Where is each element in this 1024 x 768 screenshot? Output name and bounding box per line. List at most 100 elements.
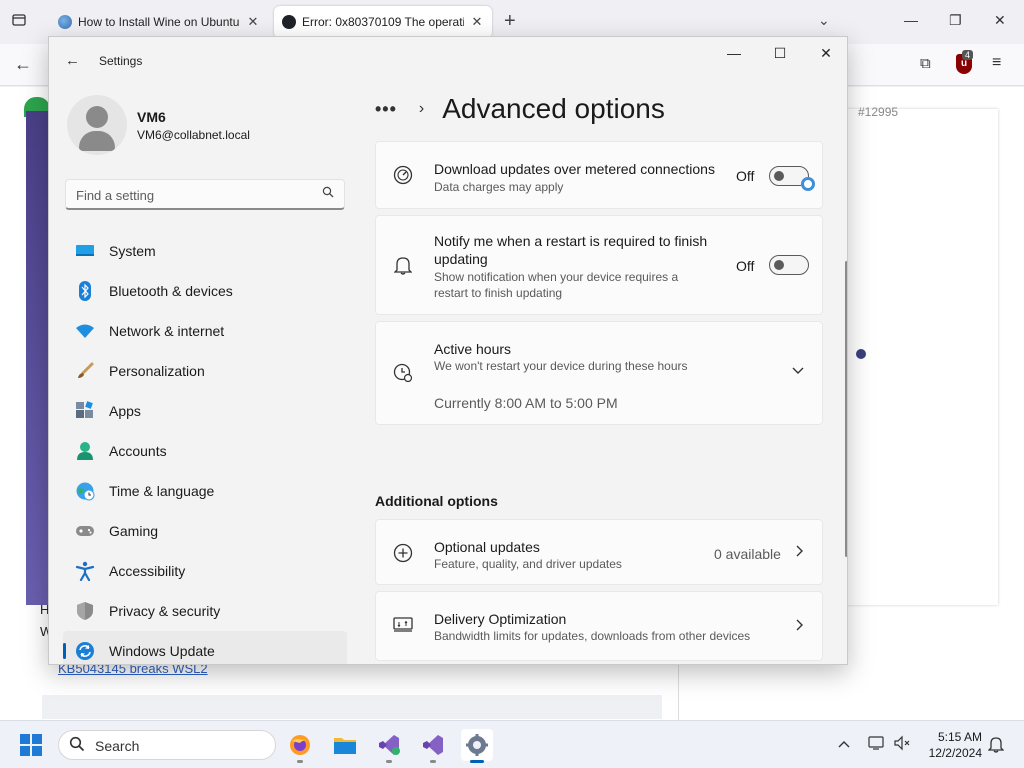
restart-notification-card: Notify me when a restart is required to … bbox=[375, 215, 823, 315]
close-icon[interactable]: ✕ bbox=[811, 45, 841, 62]
minimize-icon[interactable]: — bbox=[904, 12, 918, 28]
setting-title: Delivery Optimization bbox=[434, 611, 567, 627]
setting-subtitle-continued: restart to finish updating bbox=[434, 286, 563, 300]
extension-badge: 4 bbox=[962, 50, 974, 60]
breadcrumb-overflow-button[interactable]: ••• bbox=[375, 99, 397, 120]
chevron-down-icon[interactable]: ⌄ bbox=[818, 12, 830, 29]
profile-avatar[interactable] bbox=[67, 95, 127, 155]
sidebar-item-windows-update[interactable]: Windows Update bbox=[63, 631, 347, 664]
settings-content: Download updates over metered connection… bbox=[375, 141, 825, 664]
chevron-down-icon[interactable] bbox=[792, 362, 804, 378]
close-icon[interactable]: ✕ bbox=[994, 12, 1006, 29]
section-header: Additional options bbox=[375, 493, 498, 509]
taskbar-search[interactable]: Search bbox=[58, 730, 276, 760]
sidebar-item-label: Accounts bbox=[109, 443, 167, 459]
settings-nav: System Bluetooth & devices Network & int… bbox=[63, 231, 347, 664]
minimize-icon[interactable]: — bbox=[719, 45, 749, 61]
back-arrow-icon[interactable]: ← bbox=[14, 54, 32, 75]
windows-start-icon[interactable] bbox=[20, 734, 42, 756]
sidebar-item-system[interactable]: System bbox=[63, 231, 347, 271]
sidebar-item-label: Bluetooth & devices bbox=[109, 283, 233, 299]
github-icon bbox=[282, 15, 296, 29]
tab-list-icon[interactable] bbox=[8, 12, 30, 34]
visual-studio-icon[interactable] bbox=[373, 729, 405, 763]
setting-title: Optional updates bbox=[434, 539, 540, 555]
file-explorer-icon[interactable] bbox=[329, 729, 361, 761]
paintbrush-icon bbox=[75, 361, 95, 381]
breadcrumb: ••• › Advanced options bbox=[375, 93, 665, 125]
issue-number: #12995 bbox=[858, 105, 899, 119]
sidebar-item-accounts[interactable]: Accounts bbox=[63, 431, 347, 471]
delivery-optimization-card[interactable]: Delivery Optimization Bandwidth limits f… bbox=[375, 591, 823, 661]
tab-title: How to Install Wine on Ubuntu bbox=[78, 15, 240, 29]
plus-circle-icon bbox=[392, 542, 414, 564]
sidebar-item-bluetooth[interactable]: Bluetooth & devices bbox=[63, 271, 347, 311]
taskbar-clock[interactable]: 5:15 AM 12/2/2024 bbox=[918, 729, 982, 761]
sidebar-item-label: System bbox=[109, 243, 156, 259]
browser-tab-wine[interactable]: How to Install Wine on Ubuntu ✕ bbox=[50, 6, 268, 38]
tab-title: Error: 0x80370109 The operation bbox=[302, 15, 464, 29]
optional-updates-count: 0 available bbox=[714, 546, 781, 562]
sidebar-item-label: Windows Update bbox=[109, 643, 215, 659]
setting-subtitle: Show notification when your device requi… bbox=[434, 270, 679, 284]
close-tab-icon[interactable]: ✕ bbox=[246, 14, 260, 30]
new-tab-button[interactable]: + bbox=[504, 10, 516, 33]
network-icon[interactable] bbox=[868, 735, 886, 754]
notification-bell-icon[interactable] bbox=[987, 735, 1005, 757]
content-scrollbar[interactable] bbox=[845, 261, 847, 557]
sidebar-item-privacy[interactable]: Privacy & security bbox=[63, 591, 347, 631]
setting-subtitle: We won't restart your device during thes… bbox=[434, 359, 688, 373]
setting-title-continued: updating bbox=[434, 251, 488, 267]
close-tab-icon[interactable]: ✕ bbox=[470, 14, 484, 30]
toggle-state-label: Off bbox=[736, 258, 755, 274]
sidebar-item-label: Accessibility bbox=[109, 563, 186, 579]
sidebar-item-label: Gaming bbox=[109, 523, 159, 539]
search-input[interactable] bbox=[76, 186, 306, 204]
chevron-up-icon[interactable] bbox=[838, 735, 850, 751]
page-card bbox=[846, 109, 998, 605]
sidebar-item-network[interactable]: Network & internet bbox=[63, 311, 347, 351]
sidebar-item-gaming[interactable]: Gaming bbox=[63, 511, 347, 551]
bell-icon bbox=[392, 254, 414, 276]
maximize-icon[interactable]: ☐ bbox=[765, 45, 795, 62]
browser-tab-error[interactable]: Error: 0x80370109 The operation ✕ bbox=[274, 6, 492, 38]
settings-window: ← Settings — ☐ ✕ VM6 VM6@collabnet.local… bbox=[48, 36, 848, 665]
sidebar-item-personalization[interactable]: Personalization bbox=[63, 351, 347, 391]
back-arrow-icon[interactable]: ← bbox=[65, 52, 80, 69]
sidebar-item-label: Apps bbox=[109, 403, 141, 419]
setting-title: Active hours bbox=[434, 341, 512, 357]
profile-email: VM6@collabnet.local bbox=[137, 128, 250, 142]
bluetooth-icon bbox=[75, 281, 95, 301]
menu-icon[interactable]: ≡ bbox=[992, 54, 1001, 72]
wifi-icon bbox=[75, 321, 95, 341]
sidebar-item-time-language[interactable]: Time & language bbox=[63, 471, 347, 511]
shield-icon bbox=[75, 601, 95, 621]
search-box[interactable] bbox=[65, 179, 345, 210]
toggle-state-label: Off bbox=[736, 168, 755, 184]
optional-updates-card[interactable]: Optional updates Feature, quality, and d… bbox=[375, 519, 823, 585]
firefox-icon[interactable] bbox=[284, 729, 316, 763]
restart-notification-toggle[interactable] bbox=[769, 255, 809, 275]
visual-studio-preview-icon[interactable] bbox=[417, 729, 449, 763]
gamepad-icon bbox=[75, 521, 95, 541]
accounts-icon bbox=[75, 441, 95, 461]
taskbar: Search 5:15 AM 12/2/2024 bbox=[0, 720, 1024, 768]
active-hours-card[interactable]: Active hours We won't restart your devic… bbox=[375, 321, 823, 425]
taskbar-search-label: Search bbox=[95, 738, 140, 754]
search-icon[interactable] bbox=[322, 186, 334, 201]
setting-subtitle: Bandwidth limits for updates, downloads … bbox=[434, 629, 751, 643]
restore-icon[interactable]: ❐ bbox=[949, 12, 962, 29]
sidebar-item-accessibility[interactable]: Accessibility bbox=[63, 551, 347, 591]
windows-update-icon bbox=[75, 641, 95, 661]
setting-subtitle: Data charges may apply bbox=[434, 180, 564, 194]
settings-gear-icon[interactable] bbox=[461, 729, 493, 763]
volume-muted-icon[interactable] bbox=[893, 735, 911, 754]
setting-subtitle: Feature, quality, and driver updates bbox=[434, 557, 622, 571]
chevron-right-icon bbox=[796, 544, 804, 560]
extensions-icon[interactable]: ⧉ bbox=[920, 55, 931, 72]
settings-titlebar: ← Settings — ☐ ✕ bbox=[49, 37, 847, 85]
speedometer-icon bbox=[392, 164, 414, 186]
app-title: Settings bbox=[99, 54, 143, 68]
page-block bbox=[42, 695, 662, 719]
sidebar-item-apps[interactable]: Apps bbox=[63, 391, 347, 431]
